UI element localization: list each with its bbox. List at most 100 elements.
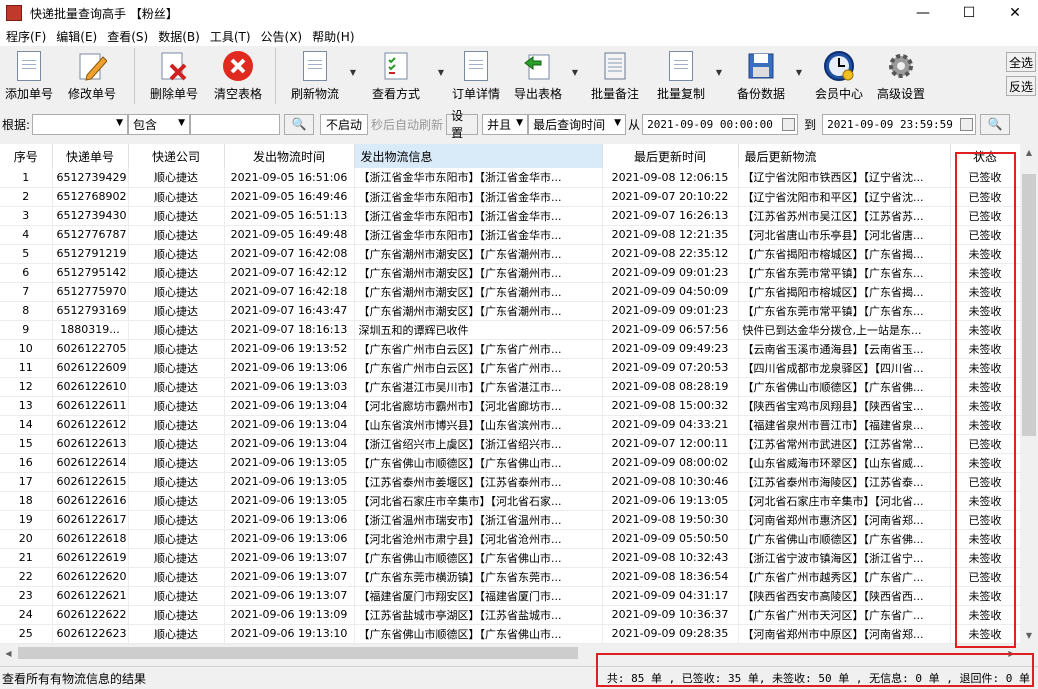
floppy-disk-icon bbox=[745, 50, 777, 82]
col-header-courier[interactable]: 快递公司 bbox=[128, 144, 224, 168]
edit-tracking-button[interactable]: 修改单号 bbox=[56, 46, 128, 106]
table-row[interactable]: 196026122617顺心捷达2021-09-06 19:13:06【浙江省温… bbox=[0, 510, 1020, 529]
table-row[interactable]: 36512739430顺心捷达2021-09-05 16:51:13【浙江省金华… bbox=[0, 206, 1020, 225]
delete-tracking-button[interactable]: 删除单号 bbox=[141, 46, 207, 106]
table-cell: 顺心捷达 bbox=[128, 282, 224, 301]
table-cell: 2021-09-09 08:00:02 bbox=[602, 453, 738, 472]
chevron-down-icon: ▼ bbox=[516, 118, 523, 128]
table-row[interactable]: 226026122620顺心捷达2021-09-06 19:13:07【广东省东… bbox=[0, 567, 1020, 586]
table-row[interactable]: 136026122611顺心捷达2021-09-06 19:13:04【河北省廊… bbox=[0, 396, 1020, 415]
col-header-index[interactable]: 序号 bbox=[0, 144, 52, 168]
menu-view[interactable]: 查看(S) bbox=[103, 28, 152, 45]
batch-note-button[interactable]: 批量备注 bbox=[582, 46, 648, 106]
chevron-down-icon[interactable]: ▼ bbox=[796, 68, 802, 77]
logic-select[interactable]: 并且▼ bbox=[482, 114, 528, 135]
col-header-status[interactable]: 状态 bbox=[950, 144, 1020, 168]
table-cell: 快件已到达金华分拨仓,上一站是东... bbox=[738, 320, 950, 339]
table-cell: 顺心捷达 bbox=[128, 396, 224, 415]
table-row[interactable]: 256026122623顺心捷达2021-09-06 19:13:10【广东省佛… bbox=[0, 624, 1020, 643]
scroll-right-icon[interactable]: ▶ bbox=[1003, 644, 1020, 662]
table-row[interactable]: 186026122616顺心捷达2021-09-06 19:13:05【河北省石… bbox=[0, 491, 1020, 510]
table-cell: 2021-09-08 12:21:35 bbox=[602, 225, 738, 244]
maximize-button[interactable]: ☐ bbox=[946, 0, 992, 26]
horizontal-scrollbar[interactable]: ◀ ▶ bbox=[0, 644, 1020, 662]
vertical-scroll-thumb[interactable] bbox=[1022, 174, 1036, 436]
col-header-updated-time[interactable]: 最后更新时间 bbox=[602, 144, 738, 168]
scroll-up-icon[interactable]: ▲ bbox=[1020, 144, 1038, 161]
table-cell: 【河北省唐山市乐亭县】【河北省唐... bbox=[738, 225, 950, 244]
table-row[interactable]: 206026122618顺心捷达2021-09-06 19:13:06【河北省沧… bbox=[0, 529, 1020, 548]
table-row[interactable]: 46512776787顺心捷达2021-09-05 16:49:48【浙江省金华… bbox=[0, 225, 1020, 244]
menu-announcement[interactable]: 公告(X) bbox=[257, 28, 307, 45]
batch-copy-button[interactable]: 批量复制 ▼ bbox=[648, 46, 714, 106]
minimize-button[interactable]: — bbox=[900, 0, 946, 26]
table-row[interactable]: 66512795142顺心捷达2021-09-07 16:42:12【广东省潮州… bbox=[0, 263, 1020, 282]
calendar-icon[interactable] bbox=[960, 118, 973, 131]
table-cell: 2021-09-09 06:57:56 bbox=[602, 320, 738, 339]
table-cell: 未签收 bbox=[950, 491, 1020, 510]
table-row[interactable]: 146026122612顺心捷达2021-09-06 19:13:04【山东省滨… bbox=[0, 415, 1020, 434]
menu-help[interactable]: 帮助(H) bbox=[308, 28, 358, 45]
view-mode-button[interactable]: 查看方式 ▼ bbox=[356, 46, 436, 106]
member-center-button[interactable]: 会员中心 bbox=[808, 46, 870, 106]
chevron-down-icon[interactable]: ▼ bbox=[716, 68, 722, 77]
table-row[interactable]: 91880319...顺心捷达2021-09-07 18:16:13深圳五和的谭… bbox=[0, 320, 1020, 339]
table-row[interactable]: 56512791219顺心捷达2021-09-07 16:42:08【广东省潮州… bbox=[0, 244, 1020, 263]
table-cell: 未签收 bbox=[950, 415, 1020, 434]
table-row[interactable]: 176026122615顺心捷达2021-09-06 19:13:05【江苏省泰… bbox=[0, 472, 1020, 491]
col-header-updated-info[interactable]: 最后更新物流 bbox=[738, 144, 950, 168]
menu-data[interactable]: 数据(B) bbox=[154, 28, 204, 45]
table-row[interactable]: 26512768902顺心捷达2021-09-05 16:49:46【浙江省金华… bbox=[0, 187, 1020, 206]
close-button[interactable]: ✕ bbox=[992, 0, 1038, 26]
backup-data-button[interactable]: 备份数据 ▼ bbox=[728, 46, 794, 106]
scroll-left-icon[interactable]: ◀ bbox=[0, 644, 17, 662]
invert-selection-button[interactable]: 反选 bbox=[1006, 76, 1036, 96]
date-search-button[interactable]: 🔍 bbox=[980, 114, 1010, 135]
keyword-input[interactable] bbox=[190, 114, 280, 135]
vertical-scrollbar[interactable]: ▲ ▼ bbox=[1020, 144, 1038, 644]
table-row[interactable]: 106026122705顺心捷达2021-09-06 19:13:52【广东省广… bbox=[0, 339, 1020, 358]
order-detail-button[interactable]: 订单详情 bbox=[446, 46, 506, 106]
table-row[interactable]: 16512739429顺心捷达2021-09-05 16:51:06【浙江省金华… bbox=[0, 168, 1020, 187]
filter-field-select[interactable]: ▼ bbox=[32, 114, 128, 135]
menu-edit[interactable]: 编辑(E) bbox=[52, 28, 101, 45]
from-date-field[interactable]: 2021-09-09 00:00:00 bbox=[642, 114, 798, 135]
table-cell: 【福建省厦门市翔安区】【福建省厦门市... bbox=[354, 586, 602, 605]
search-button[interactable]: 🔍 bbox=[284, 114, 314, 135]
table-row[interactable]: 156026122613顺心捷达2021-09-06 19:13:04【浙江省绍… bbox=[0, 434, 1020, 453]
chevron-down-icon[interactable]: ▼ bbox=[438, 68, 444, 77]
chevron-down-icon[interactable]: ▼ bbox=[572, 68, 578, 77]
table-row[interactable]: 116026122609顺心捷达2021-09-06 19:13:06【广东省广… bbox=[0, 358, 1020, 377]
col-header-tracking-no[interactable]: 快递单号 bbox=[52, 144, 128, 168]
calendar-icon[interactable] bbox=[782, 118, 795, 131]
horizontal-scroll-thumb[interactable] bbox=[18, 647, 578, 659]
settings-button[interactable]: 设置 bbox=[446, 114, 478, 135]
table-cell: 【江苏省泰州市姜堰区】【江苏省泰州市... bbox=[354, 472, 602, 491]
auto-refresh-hint: 秒后自动刷新 bbox=[371, 116, 443, 133]
menu-program[interactable]: 程序(F) bbox=[2, 28, 50, 45]
table-row[interactable]: 246026122622顺心捷达2021-09-06 19:13:09【江苏省盐… bbox=[0, 605, 1020, 624]
refresh-logistics-button[interactable]: 刷新物流 ▼ bbox=[282, 46, 348, 106]
col-header-sent-info[interactable]: 发出物流信息 bbox=[354, 144, 602, 168]
table-row[interactable]: 126026122610顺心捷达2021-09-06 19:13:03【广东省湛… bbox=[0, 377, 1020, 396]
table-row[interactable]: 76512775970顺心捷达2021-09-07 16:42:18【广东省潮州… bbox=[0, 282, 1020, 301]
auto-refresh-select[interactable]: 不启动 bbox=[320, 114, 368, 135]
match-mode-select[interactable]: 包含▼ bbox=[128, 114, 190, 135]
time-field-select[interactable]: 最后查询时间▼ bbox=[528, 114, 626, 135]
select-all-button[interactable]: 全选 bbox=[1006, 52, 1036, 72]
col-header-sent-time[interactable]: 发出物流时间 bbox=[224, 144, 354, 168]
to-date-field[interactable]: 2021-09-09 23:59:59 bbox=[822, 114, 976, 135]
table-cell: 【广东省广州市白云区】【广东省广州市... bbox=[354, 339, 602, 358]
table-row[interactable]: 166026122614顺心捷达2021-09-06 19:13:05【广东省佛… bbox=[0, 453, 1020, 472]
table-row[interactable]: 216026122619顺心捷达2021-09-06 19:13:07【广东省佛… bbox=[0, 548, 1020, 567]
clear-table-button[interactable]: 清空表格 bbox=[207, 46, 269, 106]
advanced-settings-button[interactable]: 高级设置 bbox=[870, 46, 932, 106]
menu-tools[interactable]: 工具(T) bbox=[206, 28, 255, 45]
scroll-down-icon[interactable]: ▼ bbox=[1020, 627, 1038, 644]
table-cell: 顺心捷达 bbox=[128, 548, 224, 567]
table-cell: 2021-09-06 19:13:04 bbox=[224, 415, 354, 434]
export-table-button[interactable]: 导出表格 ▼ bbox=[506, 46, 570, 106]
table-row[interactable]: 236026122621顺心捷达2021-09-06 19:13:07【福建省厦… bbox=[0, 586, 1020, 605]
add-tracking-button[interactable]: 添加单号 bbox=[2, 46, 56, 106]
table-row[interactable]: 86512793169顺心捷达2021-09-07 16:43:47【广东省潮州… bbox=[0, 301, 1020, 320]
